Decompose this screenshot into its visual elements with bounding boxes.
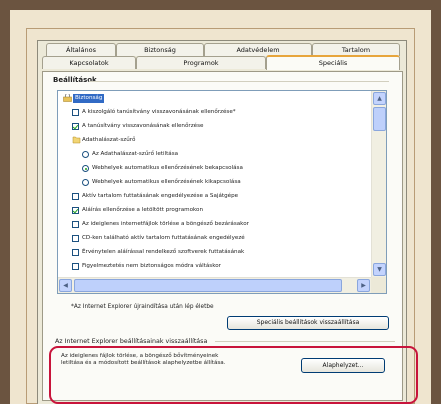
lock-icon	[63, 94, 72, 102]
scroll-up-icon[interactable]: ▲	[373, 92, 386, 105]
tab-biztonsag[interactable]: Biztonság	[116, 43, 204, 56]
checkbox-icon[interactable]	[72, 109, 79, 116]
radio-icon[interactable]	[82, 179, 89, 186]
scroll-left-icon[interactable]: ◀	[59, 279, 72, 292]
group-divider	[89, 81, 389, 82]
reset-button[interactable]: Alaphelyzet...	[301, 358, 385, 373]
settings-tree-rows: Biztonság A kiszolgáló tanúsítvány vissza…	[58, 91, 371, 277]
tree-item-label: A tanúsítvány visszavonásának ellenőrzés…	[82, 123, 204, 129]
checkbox-icon[interactable]	[72, 235, 79, 242]
tree-item-label: Webhelyek automatikus ellenőrzésének kik…	[92, 179, 241, 185]
horizontal-scroll-thumb[interactable]	[74, 279, 342, 292]
settings-tree[interactable]: Biztonság A kiszolgáló tanúsítvány vissza…	[57, 90, 387, 294]
checkbox-icon[interactable]	[72, 249, 79, 256]
vertical-scroll-thumb[interactable]	[373, 107, 386, 131]
checkbox-checked-icon[interactable]	[72, 207, 79, 214]
checkbox-icon[interactable]	[72, 263, 79, 270]
folder-icon	[72, 136, 81, 144]
tree-item-label: Aktív tartalom futtatásának engedélyezés…	[82, 193, 239, 199]
reset-section-description: Az ideiglenes fájlok törlése, a böngésző…	[61, 353, 226, 366]
tab-specialis[interactable]: Speciális	[266, 55, 400, 70]
advanced-tab-panel: Beállítások Biztonság A kiszolgáló tanúsí…	[42, 71, 403, 401]
reset-section-title: Az Internet Explorer beállításainak viss…	[55, 338, 208, 345]
tree-item-label: Aláírás ellenőrzése a letöltött programo…	[82, 207, 204, 213]
reset-section-divider	[215, 341, 395, 342]
tree-item-label: Biztonság	[73, 94, 105, 103]
tree-item-label: Webhelyek automatikus ellenőrzésének bek…	[92, 165, 243, 171]
checkbox-icon[interactable]	[72, 221, 79, 228]
tree-item-label: Az Adathalászat-szűrő letiltása	[92, 151, 179, 157]
checkbox-checked-icon[interactable]	[72, 123, 79, 130]
restart-note: *Az Internet Explorer újraindítása után …	[71, 304, 214, 310]
tree-item-label: Adathalászat-szűrő	[82, 137, 136, 143]
tree-item-label: Az ideiglenes internetfájlok törlése a b…	[82, 221, 249, 227]
internet-options-dialog: Általános Biztonság Adatvédelem Tartalom…	[37, 40, 407, 404]
radio-selected-icon[interactable]	[82, 165, 89, 172]
tab-altalanos[interactable]: Általános	[46, 43, 116, 56]
restore-advanced-settings-button[interactable]: Speciális beállítások visszaállítása	[227, 316, 389, 330]
scroll-down-icon[interactable]: ▼	[373, 263, 386, 276]
vertical-scrollbar[interactable]: ▲ ▼	[371, 91, 386, 277]
settings-group-title: Beállítások	[53, 76, 97, 84]
checkbox-icon[interactable]	[72, 193, 79, 200]
radio-icon[interactable]	[82, 151, 89, 158]
scroll-corner	[371, 277, 386, 293]
horizontal-scrollbar[interactable]: ◀ ▶	[58, 277, 371, 293]
tree-item-label: A kiszolgáló tanúsítvány visszavonásának…	[82, 109, 236, 115]
tab-programok[interactable]: Programok	[136, 56, 266, 69]
scroll-right-icon[interactable]: ▶	[357, 279, 370, 292]
tree-item-label: Érvénytelen aláírással rendelkező szoftv…	[82, 249, 245, 255]
tab-kapcsolatok[interactable]: Kapcsolatok	[42, 56, 136, 69]
tree-item-label: CD-ken található aktív tartalom futtatás…	[82, 235, 245, 241]
tree-item-label: Figyelmeztetés nem biztonságos módra vál…	[82, 263, 221, 269]
